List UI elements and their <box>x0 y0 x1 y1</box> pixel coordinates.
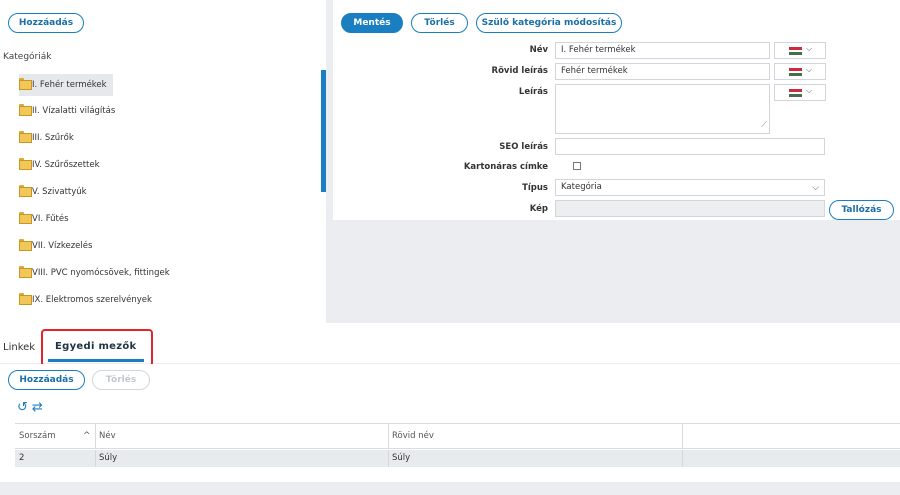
type-label: Típus <box>522 183 548 193</box>
chevron-down-icon: ⌵ <box>806 65 813 74</box>
column-header-name[interactable]: Név <box>95 424 388 448</box>
tree-add-button[interactable]: Hozzáadás <box>8 13 84 33</box>
chevron-down-icon: ⌵ <box>806 86 813 95</box>
tree-item[interactable]: VIII. PVC nyomócsövek, fittingek <box>19 262 176 284</box>
carton-label-label: Kartonáras címke <box>463 162 548 172</box>
folder-icon <box>19 266 32 278</box>
folder-icon <box>19 293 32 305</box>
custom-fields-grid-panel: Hozzáadás Törlés ↺ ⇄ Sorszám ^ Név Rövid … <box>0 364 900 482</box>
swap-icon[interactable]: ⇄ <box>32 400 43 415</box>
chevron-down-icon: ⌵ <box>812 183 819 193</box>
tree-item[interactable]: IX. Elektromos szerelvények <box>19 289 158 311</box>
grid-header: Sorszám ^ Név Rövid név <box>15 423 900 449</box>
column-separator <box>682 450 683 467</box>
tree-item[interactable]: IV. Szűrőszettek <box>19 154 106 176</box>
tree-item[interactable]: I. Fehér termékek <box>19 74 113 96</box>
type-select-value: Kategória <box>561 182 602 192</box>
short-description-language-select[interactable]: ⌵ <box>774 63 826 80</box>
description-language-select[interactable]: ⌵ <box>774 84 826 101</box>
tree-item[interactable]: III. Szűrők <box>19 127 80 149</box>
grid-delete-button: Törlés <box>92 370 150 390</box>
folder-icon <box>19 78 32 90</box>
carton-label-checkbox[interactable] <box>573 162 581 170</box>
folder-icon <box>19 158 32 170</box>
tree-item-label: III. Szűrők <box>32 133 74 143</box>
description-label: Leírás <box>518 87 548 97</box>
delete-button[interactable]: Törlés <box>411 13 468 33</box>
table-row[interactable]: 2 Súly Súly <box>15 450 900 467</box>
name-language-select[interactable]: ⌵ <box>774 42 826 59</box>
folder-icon <box>19 212 32 224</box>
seo-description-label: SEO leírás <box>499 142 548 152</box>
type-select[interactable]: Kategória ⌵ <box>555 179 825 196</box>
category-tree-panel: Hozzáadás Kategóriák I. Fehér termékek I… <box>0 0 326 323</box>
refresh-icon[interactable]: ↺ <box>17 400 28 415</box>
highlight-box <box>41 329 153 367</box>
image-label: Kép <box>529 204 548 214</box>
hungarian-flag-icon <box>789 89 802 97</box>
save-button[interactable]: Mentés <box>341 13 403 33</box>
description-textarea[interactable]: ⟋ <box>555 84 770 134</box>
short-description-label: Rövid leírás <box>491 66 548 76</box>
column-header-order-label: Sorszám <box>19 431 56 441</box>
tree-item-label: IV. Szűrőszettek <box>32 160 100 170</box>
column-header-short-name[interactable]: Rövid név <box>388 424 682 448</box>
folder-icon <box>19 185 32 197</box>
grid-add-button[interactable]: Hozzáadás <box>8 370 85 390</box>
short-description-input[interactable]: Fehér termékek <box>555 63 770 80</box>
tree-item-label: I. Fehér termékek <box>32 80 107 90</box>
tree-item[interactable]: VII. Vízkezelés <box>19 235 98 257</box>
image-path-input <box>555 200 825 217</box>
hungarian-flag-icon <box>789 47 802 55</box>
sort-asc-icon[interactable]: ^ <box>79 424 95 448</box>
folder-icon <box>19 104 32 116</box>
seo-description-input[interactable] <box>555 138 825 155</box>
cell-order: 2 <box>19 453 25 463</box>
tree-item-label: VII. Vízkezelés <box>32 241 93 251</box>
chevron-down-icon: ⌵ <box>806 44 813 53</box>
tab-links[interactable]: Linkek <box>3 342 35 353</box>
name-input[interactable]: I. Fehér termékek <box>555 42 770 59</box>
resize-grip-icon[interactable]: ⟋ <box>761 117 767 132</box>
tree-item-label: II. Vízalatti világítás <box>32 106 116 116</box>
tree-item-label: VIII. PVC nyomócsövek, fittingek <box>32 268 170 278</box>
tree-item[interactable]: V. Szivattyúk <box>19 181 93 203</box>
tree-item-label: V. Szivattyúk <box>32 187 87 197</box>
browse-button[interactable]: Tallózás <box>829 200 894 220</box>
cell-short-name: Súly <box>392 453 411 463</box>
folder-icon <box>19 131 32 143</box>
tree-item[interactable]: VI. Fűtés <box>19 208 75 230</box>
parent-category-modify-button[interactable]: Szülő kategória módosítás <box>476 13 622 33</box>
folder-icon <box>19 239 32 251</box>
tree-item[interactable]: II. Vízalatti világítás <box>19 100 121 122</box>
tree-item-label: VI. Fűtés <box>32 214 69 224</box>
cell-name: Súly <box>99 453 118 463</box>
hungarian-flag-icon <box>789 68 802 76</box>
tree-title: Kategóriák <box>3 52 52 62</box>
column-separator[interactable] <box>682 424 683 448</box>
name-label: Név <box>529 45 548 55</box>
tree-item-label: IX. Elektromos szerelvények <box>32 295 152 305</box>
